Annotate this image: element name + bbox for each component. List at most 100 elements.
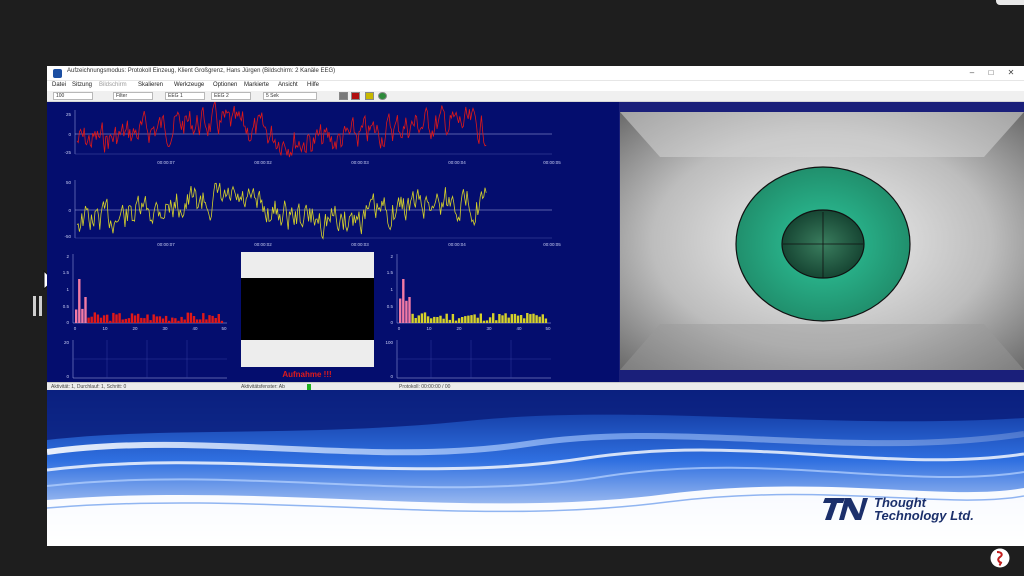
- spectrum-bar: [93, 312, 96, 323]
- menu-options[interactable]: Optionen: [213, 82, 237, 88]
- trace2-ytick: 50: [66, 180, 72, 185]
- pause-icon[interactable]: [33, 296, 42, 316]
- trace2-graph[interactable]: 50 0 -50 00:00:07 00:00:02 00:00:03 00:0…: [64, 180, 561, 247]
- trace1-xtick: 00:00:07: [157, 160, 175, 165]
- spectrum-bar: [430, 318, 433, 323]
- channel2-combo[interactable]: EEG 2: [211, 92, 251, 100]
- center-display: Aufnahme !!!: [241, 252, 374, 379]
- maximize-button[interactable]: □: [984, 67, 998, 79]
- spectrum-bar: [461, 317, 464, 323]
- spectrum-bar: [75, 309, 78, 323]
- menu-tools[interactable]: Werkzeuge: [174, 82, 204, 88]
- marker-button[interactable]: [365, 92, 374, 100]
- spectrum-bar: [498, 314, 501, 323]
- camera-button[interactable]: [378, 92, 387, 100]
- spectrum-bar: [143, 318, 146, 323]
- trace2-ytick: -50: [64, 234, 71, 239]
- title-bar: Aufzeichnungsmodus: Protokoll Einzeug, K…: [47, 66, 1024, 81]
- spectrum-bar: [208, 315, 211, 323]
- spectrum-bar: [146, 314, 149, 323]
- spectrum-bar: [84, 297, 87, 323]
- spectrum-bar: [109, 320, 112, 323]
- spectrum-right-xtick: 20: [456, 326, 462, 331]
- spectrum-bar: [168, 320, 171, 323]
- spectrum-bar: [183, 319, 186, 323]
- spectrum-bar: [482, 320, 486, 323]
- spectrum-left-xtick: 20: [132, 326, 138, 331]
- close-button[interactable]: ✕: [1004, 67, 1018, 79]
- spectrum-bar: [408, 297, 411, 323]
- filter-combo[interactable]: Filter: [113, 92, 153, 100]
- spectrum-bar: [442, 318, 445, 323]
- stop-record-button[interactable]: [351, 92, 360, 100]
- spectrum-left-xtick: 50: [221, 326, 227, 331]
- spectrum-bar: [177, 320, 180, 323]
- trace1-waveform: [76, 100, 487, 158]
- channel1-combo[interactable]: EEG 1: [165, 92, 205, 100]
- spectrum-bar: [96, 314, 100, 323]
- feedback-animation-panel[interactable]: [619, 102, 1024, 382]
- menu-scale[interactable]: Skalieren: [138, 82, 163, 88]
- spectrum-bar: [411, 313, 414, 323]
- small-left-graph[interactable]: 20 0: [64, 340, 227, 379]
- recording-caption: Aufnahme !!!: [282, 370, 331, 379]
- menu-screen[interactable]: Bildschirm: [99, 82, 127, 88]
- timebase-combo[interactable]: 5 Sek: [263, 92, 317, 100]
- small-right-graph[interactable]: 100 0: [385, 340, 551, 379]
- pause-record-button[interactable]: [339, 92, 348, 100]
- spectrum-bar: [513, 313, 517, 323]
- spectrum-left-bars: [75, 279, 224, 323]
- spectrum-bar: [211, 315, 214, 323]
- spectrum-bar: [541, 314, 544, 323]
- spectrum-bar: [439, 315, 442, 323]
- company-name: Thought Technology Ltd.: [874, 495, 974, 523]
- trace1-ytick: -25: [64, 150, 71, 155]
- spectrum-bar: [152, 314, 155, 323]
- spectrum-left-xtick: 30: [162, 326, 168, 331]
- menu-help[interactable]: Hilfe: [307, 82, 319, 88]
- spectrum-left-graph[interactable]: 2 1.5 1 0.5 0 0 10 20 30 40 50: [63, 254, 227, 331]
- company-logo-icon: [823, 498, 868, 520]
- spectrum-bar: [220, 320, 224, 323]
- app-icon: [53, 69, 62, 78]
- menu-session[interactable]: Sitzung: [72, 82, 92, 88]
- trace1-graph[interactable]: 25 0 -25 00:00:07 00:00:02 00:00:03 00:0…: [64, 100, 561, 165]
- spectrum-bar: [467, 315, 470, 323]
- spectrum-right-graph[interactable]: 2 1.5 1 0.5 0 0 10 20 30 40 50: [387, 254, 551, 331]
- spectrum-bar: [155, 316, 158, 323]
- spectrum-bar: [399, 298, 402, 323]
- zoom-combo[interactable]: 100: [53, 92, 93, 100]
- spectrum-bar: [464, 316, 467, 323]
- spectrum-bar: [121, 319, 124, 323]
- spectrum-bar: [451, 314, 455, 323]
- trace2-waveform: [76, 182, 487, 240]
- spectrum-bar: [519, 315, 523, 323]
- spectrum-bar: [140, 317, 143, 323]
- spectrum-bar: [445, 313, 448, 323]
- menu-file[interactable]: Datei: [52, 82, 66, 88]
- channel-logo-icon[interactable]: [990, 548, 1010, 568]
- spectrum-bar: [495, 320, 498, 323]
- spectrum-left-xtick: 0: [74, 326, 77, 331]
- spectrum-bar: [485, 320, 489, 323]
- spectrum-bar: [161, 318, 165, 323]
- small-right-ytick: 100: [385, 340, 393, 345]
- trace2-xtick: 00:00:02: [254, 242, 272, 247]
- spectrum-bar: [133, 315, 137, 323]
- small-right-ytick: 0: [390, 374, 393, 379]
- spectrum-bar: [457, 318, 461, 323]
- spectrum-bar: [526, 313, 529, 323]
- spectrum-bar: [420, 313, 424, 323]
- spectrum-bar: [405, 300, 408, 323]
- spectrum-left-ytick: 0: [66, 320, 69, 325]
- status-bar: Aktivität: 1, Durchlauf: 1, Schritt: 0 A…: [47, 382, 1024, 390]
- spectrum-bar: [174, 318, 177, 323]
- app-window: Aufzeichnungsmodus: Protokoll Einzeug, K…: [47, 66, 1024, 546]
- spectrum-bar: [436, 317, 439, 323]
- menu-marked[interactable]: Markierte: [244, 82, 269, 88]
- minimize-button[interactable]: –: [965, 67, 979, 79]
- trace1-xtick: 00:00:05: [543, 160, 561, 165]
- spectrum-bar: [195, 319, 199, 323]
- spectrum-bar: [510, 314, 513, 323]
- menu-view[interactable]: Ansicht: [278, 82, 298, 88]
